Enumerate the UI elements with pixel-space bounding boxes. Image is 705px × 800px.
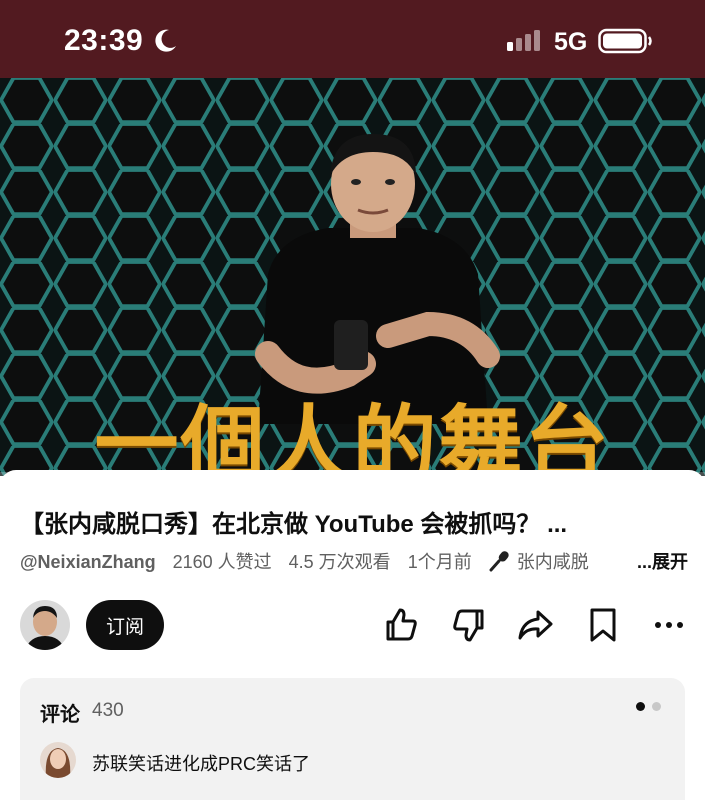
video-player[interactable]: 一個人的舞台 (0, 78, 705, 476)
thumbnail-caption: 一個人的舞台 (94, 395, 611, 476)
view-count: 4.5 万次观看 (288, 552, 391, 572)
video-details-sheet: 【张内咸脱口秀】在北京做 YouTube 会被抓吗？ ... @NeixianZ… (0, 470, 705, 800)
video-meta-row[interactable]: @NeixianZhang 2160 人赞过 4.5 万次观看 1个月前 张内咸… (20, 548, 700, 574)
carousel-dot-active (636, 702, 645, 711)
comments-header: 评论 (40, 704, 80, 726)
microphone-icon (489, 551, 509, 572)
comments-card[interactable]: 评论 430 苏联笑话进化成PRC笑话了 (20, 678, 685, 800)
expand-link[interactable]: ...展开 (616, 548, 688, 574)
status-time: 23:39 (64, 24, 144, 57)
save-icon[interactable] (584, 606, 622, 644)
publish-date: 1个月前 (407, 552, 472, 572)
signal-icon (507, 30, 540, 51)
comments-count: 430 (92, 700, 124, 721)
audio-label-wrap: 张内咸脱 (489, 551, 601, 572)
channel-handle: @NeixianZhang (20, 552, 156, 572)
channel-avatar[interactable] (20, 600, 70, 650)
more-icon[interactable] (650, 606, 688, 644)
battery-icon (598, 28, 652, 54)
carousel-dot (652, 702, 661, 711)
like-icon[interactable] (382, 606, 420, 644)
top-comment-text: 苏联笑话进化成PRC笑话了 (92, 754, 311, 774)
dislike-icon[interactable] (450, 606, 488, 644)
share-icon[interactable] (516, 606, 554, 644)
network-label: 5G (554, 28, 588, 56)
like-count: 2160 人赞过 (172, 552, 272, 572)
subscribe-button[interactable]: 订阅 (86, 600, 164, 650)
commenter-avatar (40, 742, 76, 778)
moon-icon (155, 29, 176, 52)
video-title[interactable]: 【张内咸脱口秀】在北京做 YouTube 会被抓吗？ ... (20, 504, 690, 539)
audio-label: 张内咸脱 (516, 552, 589, 572)
status-bar: 23:39 5G (0, 0, 705, 78)
